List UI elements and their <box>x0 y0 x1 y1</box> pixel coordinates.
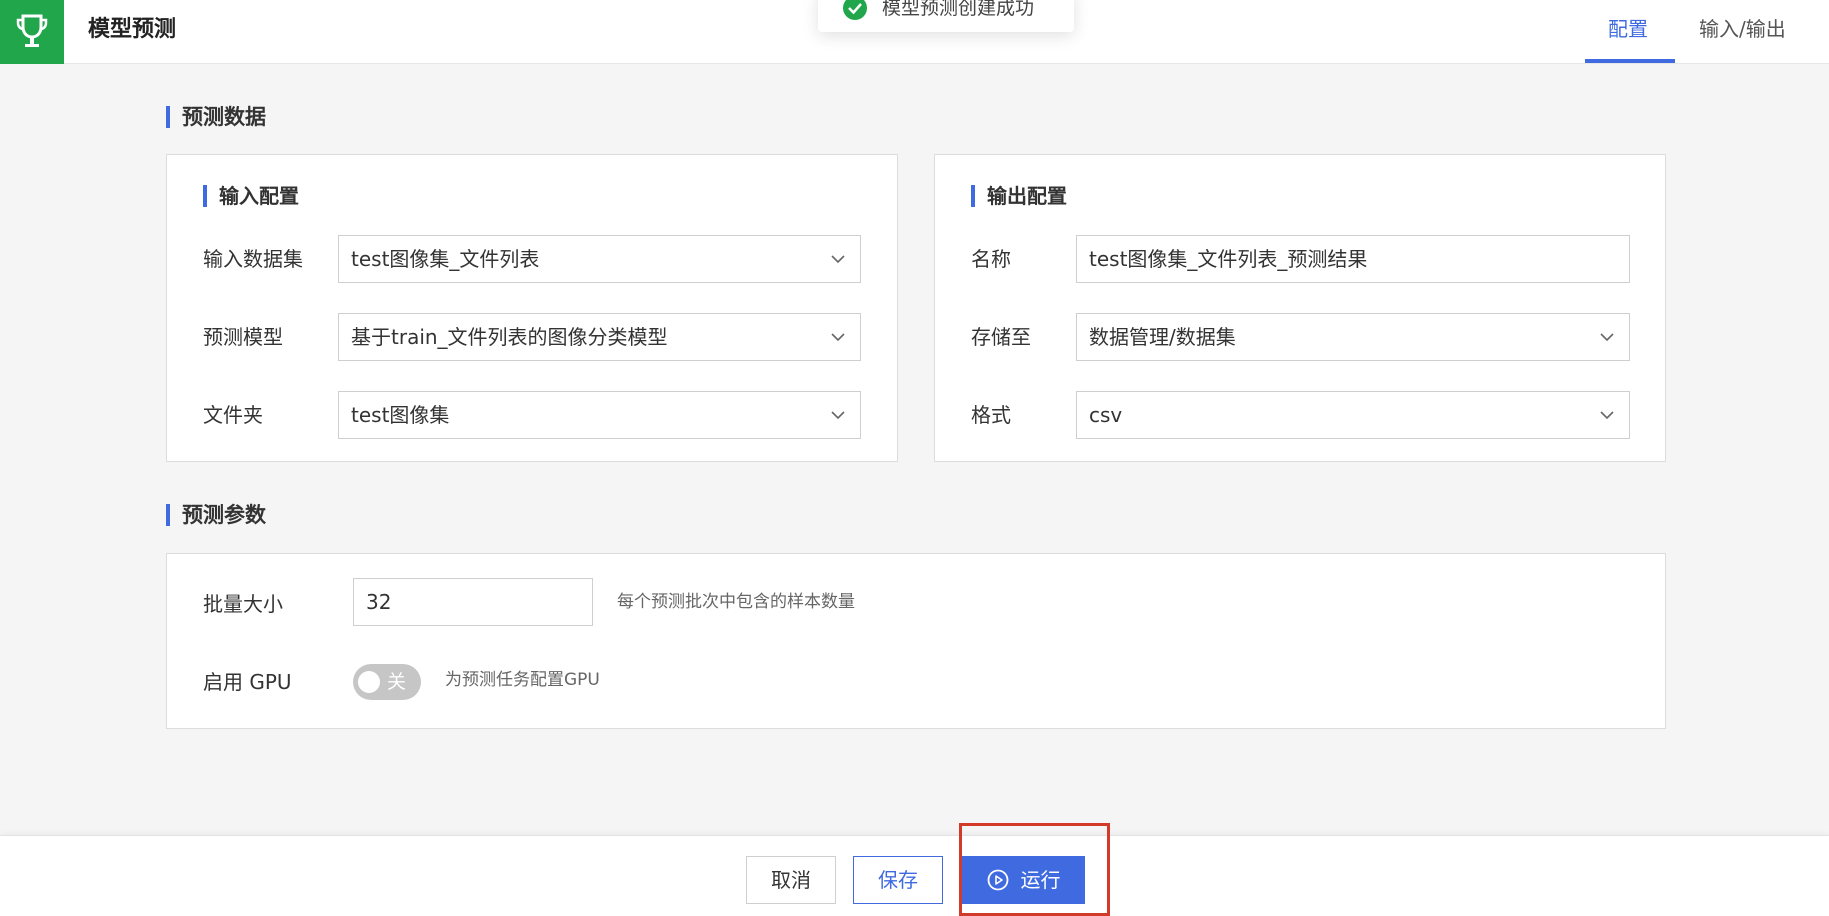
toggle-state-text: 关 <box>387 671 407 693</box>
gpu-hint: 为预测任务配置GPU <box>445 670 600 690</box>
tab-config[interactable]: 配置 <box>1608 0 1648 64</box>
gpu-toggle[interactable]: 关 <box>353 664 421 700</box>
format-value: csv <box>1089 403 1123 427</box>
run-button-highlight <box>959 823 1110 916</box>
chevron-down-icon <box>831 255 845 264</box>
predict-model-select[interactable]: 基于train_文件列表的图像分类模型 <box>338 313 861 361</box>
toast-message: 模型预测创建成功 <box>882 0 1035 19</box>
chevron-down-icon <box>831 411 845 420</box>
check-circle-icon <box>843 0 867 20</box>
batch-size-hint: 每个预测批次中包含的样本数量 <box>617 592 855 612</box>
predict-model-label: 预测模型 <box>203 325 283 349</box>
batch-size-input[interactable]: 32 <box>353 578 593 626</box>
folder-value: test图像集 <box>351 403 450 427</box>
predict-model-value: 基于train_文件列表的图像分类模型 <box>351 325 668 349</box>
tab-input-output[interactable]: 输入/输出 <box>1699 0 1786 64</box>
store-to-select[interactable]: 数据管理/数据集 <box>1076 313 1630 361</box>
save-button[interactable]: 保存 <box>853 856 943 904</box>
gpu-label: 启用 GPU <box>203 670 292 694</box>
output-name-input[interactable]: test图像集_文件列表_预测结果 <box>1076 235 1630 283</box>
chevron-down-icon <box>831 333 845 342</box>
input-config-title: 输入配置 <box>203 183 299 209</box>
folder-select[interactable]: test图像集 <box>338 391 861 439</box>
success-toast: 模型预测创建成功 <box>818 0 1074 32</box>
toggle-knob <box>358 671 380 693</box>
cancel-button[interactable]: 取消 <box>746 856 836 904</box>
output-name-label: 名称 <box>971 247 1011 271</box>
section-title-predict-data: 预测数据 <box>166 104 266 130</box>
section-title-predict-params: 预测参数 <box>166 502 266 528</box>
trophy-logo <box>0 0 64 64</box>
input-dataset-select[interactable]: test图像集_文件列表 <box>338 235 861 283</box>
batch-size-value: 32 <box>366 590 392 614</box>
batch-size-label: 批量大小 <box>203 592 283 616</box>
input-config-card: 输入配置 输入数据集 test图像集_文件列表 预测模型 基于train_文件列… <box>166 154 898 462</box>
folder-label: 文件夹 <box>203 403 263 427</box>
chevron-down-icon <box>1600 333 1614 342</box>
active-tab-indicator <box>1585 59 1675 63</box>
input-dataset-value: test图像集_文件列表 <box>351 247 540 271</box>
format-select[interactable]: csv <box>1076 391 1630 439</box>
input-dataset-label: 输入数据集 <box>203 247 303 271</box>
output-config-title: 输出配置 <box>971 183 1067 209</box>
predict-params-card: 批量大小 32 每个预测批次中包含的样本数量 启用 GPU 关 为预测任务配置G… <box>166 553 1666 729</box>
action-footer: 取消 保存 运行 <box>0 835 1829 916</box>
store-to-label: 存储至 <box>971 325 1031 349</box>
store-to-value: 数据管理/数据集 <box>1089 325 1236 349</box>
trophy-icon <box>16 14 48 47</box>
chevron-down-icon <box>1600 411 1614 420</box>
format-label: 格式 <box>971 403 1011 427</box>
output-name-value: test图像集_文件列表_预测结果 <box>1089 247 1368 271</box>
output-config-card: 输出配置 名称 test图像集_文件列表_预测结果 存储至 数据管理/数据集 格… <box>934 154 1666 462</box>
page-title: 模型预测 <box>88 17 177 42</box>
